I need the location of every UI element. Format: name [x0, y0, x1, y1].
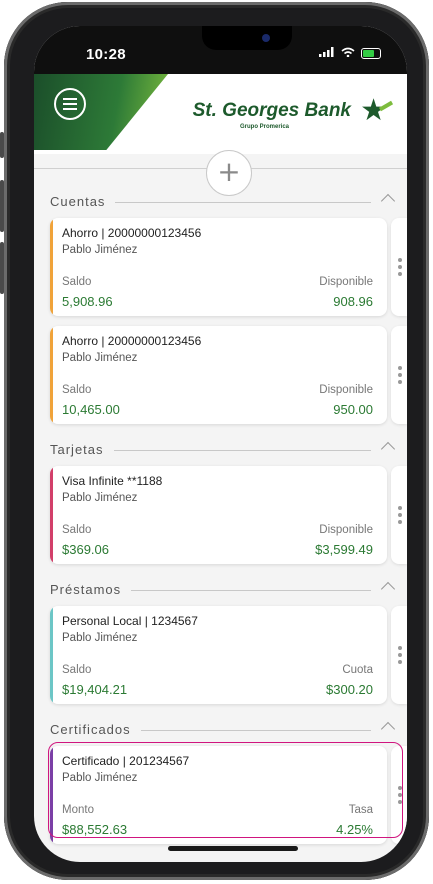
app-header: St. Georges Bank Grupo Promerica ★: [34, 74, 407, 154]
section-title: Préstamos: [50, 582, 132, 597]
chevron-up-icon[interactable]: [380, 581, 396, 597]
card-owner: Pablo Jiménez: [62, 492, 138, 504]
loan-card[interactable]: Personal Local | 1234567 Pablo Jiménez S…: [50, 606, 387, 704]
available-value: $3,599.49: [315, 542, 373, 557]
menu-button[interactable]: [54, 88, 86, 120]
star-logo-icon: ★: [360, 94, 387, 127]
available-label: Disponible: [319, 276, 373, 288]
card-owner: Pablo Jiménez: [62, 632, 138, 644]
balance-value: $369.06: [62, 542, 109, 557]
installment-value: $300.20: [326, 682, 373, 697]
wifi-icon: [341, 46, 355, 60]
card-accent: [50, 326, 53, 424]
more-options-icon[interactable]: [393, 466, 407, 564]
section-cuentas[interactable]: Cuentas: [50, 192, 396, 214]
camera-icon: [262, 34, 270, 42]
available-value: 950.00: [333, 402, 373, 417]
section-title: Tarjetas: [50, 442, 114, 457]
section-prestamos[interactable]: Préstamos: [50, 580, 396, 602]
balance-value: 5,908.96: [62, 294, 113, 309]
screen: 10:28 St. Georges Bank Grupo Promerica ★…: [34, 26, 407, 862]
header-green-banner: [34, 74, 168, 150]
credit-card-card[interactable]: Visa Infinite **1188 Pablo Jiménez Saldo…: [50, 466, 387, 564]
section-certificados[interactable]: Certificados: [50, 720, 396, 742]
notch: [202, 26, 292, 50]
card-title: Ahorro | 20000000123456: [62, 334, 202, 348]
card-title: Ahorro | 20000000123456: [62, 226, 202, 240]
battery-icon: [361, 47, 381, 59]
signal-icon: [319, 46, 335, 60]
more-options-icon[interactable]: [393, 606, 407, 704]
mute-switch: [0, 132, 4, 158]
available-label: Disponible: [319, 524, 373, 536]
card-accent: [50, 466, 53, 564]
card-title: Personal Local | 1234567: [62, 614, 198, 628]
add-product-area: +: [34, 150, 407, 196]
balance-label: Saldo: [62, 276, 92, 288]
highlight-outline: [48, 742, 403, 838]
balance-value: $19,404.21: [62, 682, 128, 697]
more-options-icon[interactable]: [393, 218, 407, 316]
card-accent: [50, 218, 53, 316]
more-options-icon[interactable]: [393, 326, 407, 424]
account-card[interactable]: Ahorro | 20000000123456 Pablo Jiménez Sa…: [50, 326, 387, 424]
installment-label: Cuota: [342, 664, 373, 676]
chevron-up-icon[interactable]: [380, 441, 396, 457]
home-indicator[interactable]: [168, 846, 298, 851]
chevron-up-icon[interactable]: [380, 721, 396, 737]
volume-up-button: [0, 180, 4, 232]
add-button[interactable]: +: [206, 150, 252, 196]
card-title: Visa Infinite **1188: [62, 474, 163, 488]
available-value: 908.96: [333, 294, 373, 309]
account-card[interactable]: Ahorro | 20000000123456 Pablo Jiménez Sa…: [50, 218, 387, 316]
balance-label: Saldo: [62, 384, 92, 396]
volume-down-button: [0, 242, 4, 294]
card-accent: [50, 606, 53, 704]
card-owner: Pablo Jiménez: [62, 352, 138, 364]
balance-label: Saldo: [62, 524, 92, 536]
available-label: Disponible: [319, 384, 373, 396]
section-title: Cuentas: [50, 194, 116, 209]
section-tarjetas[interactable]: Tarjetas: [50, 440, 396, 462]
balance-label: Saldo: [62, 664, 92, 676]
phone-frame: 10:28 St. Georges Bank Grupo Promerica ★…: [0, 2, 429, 880]
system-icons: [319, 46, 381, 60]
status-bar: 10:28: [34, 26, 407, 74]
balance-value: 10,465.00: [62, 402, 120, 417]
card-owner: Pablo Jiménez: [62, 244, 138, 256]
brand-subtitle: Grupo Promerica: [239, 124, 289, 130]
section-title: Certificados: [50, 722, 141, 737]
brand-logo: St. Georges Bank: [192, 100, 351, 121]
chevron-up-icon[interactable]: [380, 193, 396, 209]
status-time: 10:28: [86, 46, 126, 63]
